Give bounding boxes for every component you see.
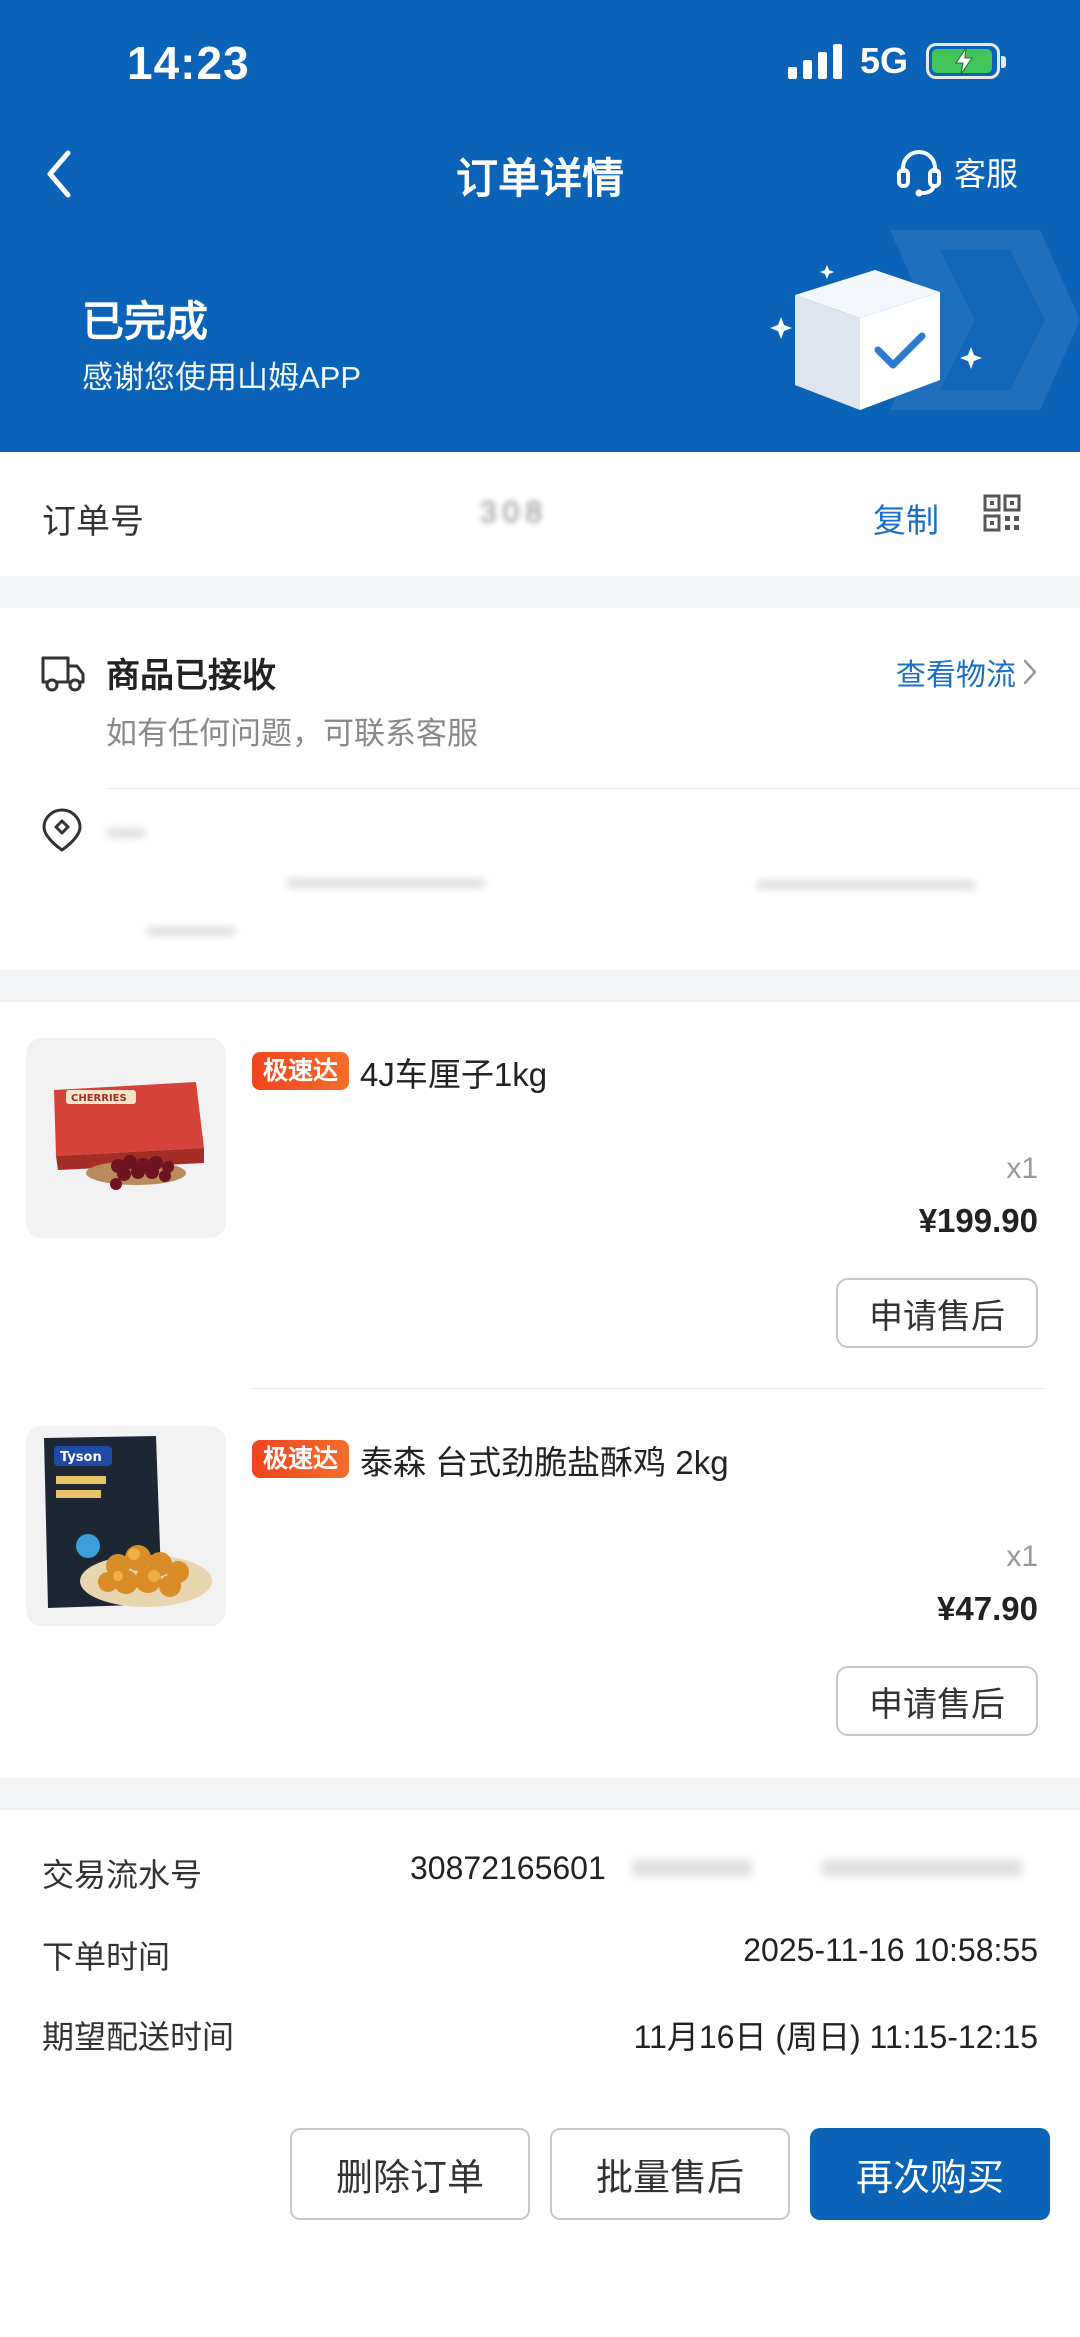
product-image[interactable]: CHERRIES [26,1038,226,1238]
info-label: 期望配送时间 [42,2019,235,2055]
divider [106,788,1080,789]
info-value: 11月16日 (周日) 11:15-12:15 [633,2019,1038,2055]
product-name[interactable]: 泰森 台式劲脆盐酥鸡 2kg [360,1436,729,1484]
product-list: CHERRIES 极速达 4J车厘子1kg x1 ¥199.90 申请售后 Ty… [0,1002,1080,1778]
rebuy-button[interactable]: 再次购买 [810,2128,1050,2220]
qr-code-icon[interactable] [983,494,1021,532]
info-row-expected-delivery: 期望配送时间 11月16日 (周日) 11:15-12:15 [42,2012,1038,2062]
redacted-address [106,808,1006,948]
info-label: 交易流水号 [42,1857,203,1893]
signal-icon [787,43,842,79]
express-delivery-badge: 极速达 [252,1052,350,1090]
product-price: ¥199.90 [918,1202,1038,1239]
location-pin-icon [42,808,82,852]
product-image[interactable]: Tyson [26,1426,226,1626]
order-number-label: 订单号 [42,503,144,541]
product-quantity: x1 [1006,1540,1038,1573]
view-logistics-label: 查看物流 [896,659,1016,692]
delivery-status-subtitle: 如有任何问题，可联系客服 [106,716,478,751]
delivery-status-title: 商品已接收 [106,657,276,695]
view-logistics-link[interactable]: 查看物流 [896,650,1038,694]
divider [252,1388,1046,1389]
chevron-right-icon [1023,659,1037,685]
order-number-row: 订单号 308 复制 [0,452,1080,576]
info-value: 30872165601 [410,1850,606,1886]
product-name[interactable]: 4J车厘子1kg [360,1048,547,1096]
info-row-transaction-id: 交易流水号 30872165601 [42,1850,1038,1900]
product-item[interactable]: Tyson 极速达 泰森 台式劲脆盐酥鸡 2kg x1 ¥47.90 申请售后 [0,1390,1080,1778]
apply-after-sale-button[interactable]: 申请售后 [836,1278,1038,1348]
info-label: 下单时间 [42,1939,171,1975]
order-status-header: 14:23 5G 订单详情 客服 已完成 感谢您使用山姆APP [0,0,1080,452]
status-bar-time: 14:23 [127,37,250,89]
delete-order-button[interactable]: 删除订单 [290,2128,530,2220]
network-type: 5G [859,40,908,81]
product-image-text: Tyson [60,1450,102,1465]
status-bar-indicators: 5G [787,40,1006,82]
copy-order-number-button[interactable]: 复制 [873,494,939,542]
product-image-text: CHERRIES [71,1093,127,1104]
order-number-value: 308 [480,496,549,529]
headset-icon [896,150,941,197]
completed-box-illustration [770,230,1080,410]
bottom-action-bar: 删除订单 批量售后 再次购买 [0,2098,1080,2337]
order-status-subtitle: 感谢您使用山姆APP [82,360,362,395]
batch-after-sale-button[interactable]: 批量售后 [550,2128,790,2220]
order-status-title: 已完成 [82,298,209,345]
express-delivery-badge: 极速达 [252,1440,350,1478]
delivery-status-card: 商品已接收 如有任何问题，可联系客服 查看物流 [0,608,1080,970]
product-item[interactable]: CHERRIES 极速达 4J车厘子1kg x1 ¥199.90 申请售后 [0,1002,1080,1390]
product-quantity: x1 [1006,1152,1038,1185]
product-price: ¥47.90 [937,1590,1038,1627]
delivery-truck-icon [41,656,85,692]
apply-after-sale-button[interactable]: 申请售后 [836,1666,1038,1736]
customer-service-button[interactable]: 客服 [896,146,1018,198]
customer-service-label: 客服 [953,156,1018,192]
info-row-order-time: 下单时间 2025-11-16 10:58:55 [42,1932,1038,1982]
battery-icon [926,43,1006,79]
info-value: 2025-11-16 10:58:55 [743,1932,1038,1968]
